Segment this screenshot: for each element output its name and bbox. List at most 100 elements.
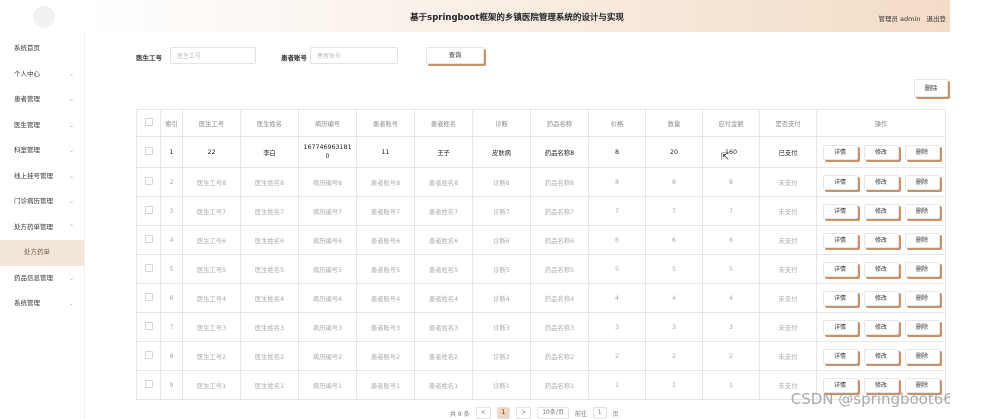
sidebar-item-7[interactable]: 处方药单管理 ⌃ (0, 215, 84, 241)
row-select-cell[interactable] (136, 167, 161, 197)
prev-page-button[interactable]: < (475, 407, 491, 419)
sidebar-item-8[interactable]: 处方药单 (0, 240, 84, 266)
sidebar-item-9[interactable]: 药品信息管理 ⌄ (0, 266, 84, 292)
row-select-cell[interactable] (136, 254, 161, 284)
table-cell: 医生姓名8 (240, 167, 299, 197)
table-cell: 3 (588, 312, 646, 342)
delete-button[interactable]: 删除 (904, 290, 940, 306)
sidebar-item-label: 处方药单管理 (14, 222, 53, 231)
doctor-id-input[interactable]: 医生工号 (170, 47, 256, 64)
chevron-icon: ⌄ (68, 96, 74, 103)
sidebar-menu: 系统首页 个人中心 ⌄ 患者管理 ⌄ 医生管理 ⌄ 科室管理 ⌄ 线上挂号管理 ⌄ 门诊病历管理 ⌄ 处方… (0, 36, 84, 317)
logout-link[interactable]: 退出登 (927, 15, 947, 23)
column-header: 应付金额 (702, 109, 760, 137)
select-all-checkbox[interactable] (144, 118, 153, 126)
table-cell: 医生工号2 (182, 341, 241, 371)
sidebar-item-label: 药品信息管理 (14, 273, 53, 282)
table-cell: 王子 (414, 136, 473, 168)
delete-button[interactable]: 删除 (904, 319, 940, 335)
table-cell: 患者姓名6 (414, 225, 473, 255)
detail-button[interactable]: 详情 (822, 144, 858, 160)
chevron-icon: ⌄ (68, 300, 74, 307)
batch-delete-button[interactable]: 删除 (914, 79, 948, 97)
table-cell: 医生工号8 (182, 167, 241, 197)
row-checkbox[interactable] (144, 264, 153, 272)
table-cell: 诊断3 (472, 312, 531, 342)
sidebar-item-4[interactable]: 科室管理 ⌄ (0, 138, 84, 164)
goto-page-input[interactable]: 1 (592, 407, 607, 419)
table-cell: 未支付 (759, 312, 817, 342)
table-cell: 3 (702, 312, 760, 342)
sidebar-item-3[interactable]: 医生管理 ⌄ (0, 113, 84, 139)
edit-button[interactable]: 修改 (863, 261, 899, 277)
table-cell: 7 (645, 196, 703, 226)
row-checkbox[interactable] (144, 147, 153, 155)
edit-button[interactable]: 修改 (863, 290, 899, 306)
row-checkbox[interactable] (144, 177, 153, 185)
sidebar-item-2[interactable]: 患者管理 ⌄ (0, 87, 84, 113)
delete-button[interactable]: 删除 (904, 232, 940, 248)
detail-button[interactable]: 详情 (822, 348, 858, 364)
table-cell: 患者账号8 (356, 167, 415, 197)
row-select-cell[interactable] (136, 225, 161, 255)
row-checkbox[interactable] (144, 235, 153, 243)
page-size-select[interactable]: 10条/页 (537, 407, 569, 419)
detail-button[interactable]: 详情 (822, 232, 858, 248)
detail-button[interactable]: 详情 (822, 203, 858, 219)
delete-button[interactable]: 删除 (904, 174, 940, 190)
row-checkbox[interactable] (144, 293, 153, 301)
table-cell: 病历编号4 (298, 283, 357, 313)
sidebar-item-0[interactable]: 系统首页 (0, 36, 84, 62)
row-select-cell[interactable] (136, 370, 161, 400)
row-select-cell[interactable] (136, 136, 161, 168)
delete-button[interactable]: 删除 (904, 144, 940, 160)
sidebar-item-5[interactable]: 线上挂号管理 ⌄ (0, 164, 84, 190)
chevron-icon: ⌃ (68, 223, 74, 231)
row-checkbox[interactable] (144, 322, 153, 330)
sidebar-item-1[interactable]: 个人中心 ⌄ (0, 62, 84, 88)
table-cell: 药品名称3 (530, 312, 589, 342)
row-checkbox[interactable] (144, 351, 153, 359)
table-cell: 药品名称1 (530, 370, 589, 400)
row-select-cell[interactable] (136, 341, 161, 371)
sidebar-item-10[interactable]: 系统管理 ⌄ (0, 291, 84, 317)
row-select-cell[interactable] (136, 196, 161, 226)
edit-button[interactable]: 修改 (863, 319, 899, 335)
table-cell: 4 (588, 283, 646, 313)
edit-button[interactable]: 修改 (863, 174, 899, 190)
detail-button[interactable]: 详情 (822, 174, 858, 190)
row-select-cell[interactable] (136, 283, 161, 313)
next-page-button[interactable]: > (516, 407, 532, 419)
sidebar-item-6[interactable]: 门诊病历管理 ⌄ (0, 189, 84, 215)
edit-button[interactable]: 修改 (863, 348, 899, 364)
row-select-cell[interactable] (136, 312, 161, 342)
table-cell: 4 (702, 283, 760, 313)
row-checkbox[interactable] (144, 206, 153, 214)
delete-button[interactable]: 删除 (904, 203, 940, 219)
query-button[interactable]: 查询 (426, 47, 484, 64)
sidebar-item-label: 患者管理 (14, 95, 40, 103)
table-cell: 20 (645, 136, 703, 168)
select-all-header[interactable] (136, 109, 161, 137)
detail-button[interactable]: 详情 (822, 290, 858, 306)
table-cell: 药品名称8 (530, 136, 589, 168)
table-cell: 病历编号2 (298, 341, 357, 371)
patient-account-input[interactable]: 患者账号 (310, 47, 398, 64)
sidebar: 系统首页 个人中心 ⌄ 患者管理 ⌄ 医生管理 ⌄ 科室管理 ⌄ 线上挂号管理 ⌄ 门诊病历管理 ⌄ 处方… (0, 0, 85, 419)
table-cell: 8 (645, 167, 703, 197)
table-cell: 患者账号5 (356, 254, 415, 284)
table-cell: 患者姓名1 (414, 370, 473, 400)
row-checkbox[interactable] (144, 380, 153, 388)
delete-button[interactable]: 删除 (904, 261, 940, 277)
chevron-icon: ⌄ (68, 172, 74, 180)
right-gutter (950, 0, 997, 419)
table-cell: 患者姓名8 (414, 167, 473, 197)
delete-button[interactable]: 删除 (904, 348, 940, 364)
edit-button[interactable]: 修改 (863, 232, 899, 248)
column-header: 价格 (588, 109, 646, 137)
edit-button[interactable]: 修改 (863, 144, 899, 160)
page-number-current[interactable]: 1 (496, 407, 511, 419)
detail-button[interactable]: 详情 (822, 319, 858, 335)
edit-button[interactable]: 修改 (863, 203, 899, 219)
detail-button[interactable]: 详情 (822, 261, 858, 277)
